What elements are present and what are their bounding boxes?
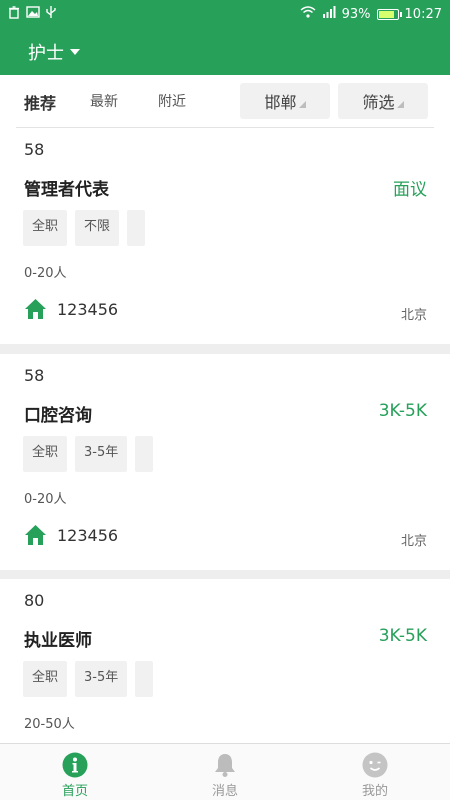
category-selector[interactable]: 护士 — [28, 39, 80, 65]
job-title: 执业医师 — [24, 631, 92, 651]
company-size: 20-50人 — [24, 717, 75, 732]
dropdown-triangle-icon — [396, 100, 404, 108]
job-card[interactable]: 58 管理者代表 面议 全职 不限 0-20人 123456 北京 — [0, 128, 450, 344]
wifi-icon — [300, 6, 316, 22]
company-name: 123456 — [57, 299, 119, 319]
job-id: 58 — [24, 366, 45, 385]
battery-percent: 93% — [341, 6, 371, 22]
trash-icon — [8, 5, 20, 23]
tab-home-label: 首页 — [61, 784, 88, 799]
battery-icon — [376, 8, 402, 20]
job-card[interactable]: 80 执业医师 3K-5K 全职 3-5年 20-50人 — [0, 579, 450, 743]
job-city: 北京 — [400, 534, 427, 549]
job-salary: 面议 — [393, 180, 427, 200]
home-icon — [25, 525, 46, 545]
city-dropdown[interactable]: 邯郸 — [240, 83, 330, 119]
job-salary: 3K-5K — [378, 626, 427, 646]
company-size: 0-20人 — [24, 266, 67, 281]
tab-messages-label: 消息 — [211, 784, 238, 799]
company-size: 0-20人 — [24, 492, 67, 507]
job-tags: 全职 3-5年 — [23, 661, 154, 697]
tab-home[interactable]: 首页 — [0, 744, 150, 800]
app-header: 护士 — [0, 28, 450, 75]
bottom-tab-bar: 首页 消息 我的 — [0, 743, 450, 800]
tab-recommend[interactable]: 推荐 — [24, 90, 56, 114]
home-icon — [25, 299, 46, 319]
job-tag: 全职 — [23, 210, 68, 246]
job-salary: 3K-5K — [378, 401, 427, 421]
job-list: 58 管理者代表 面议 全职 不限 0-20人 123456 北京 58 口腔咨… — [0, 128, 450, 743]
bell-icon — [215, 754, 235, 777]
job-tags: 全职 3-5年 — [23, 436, 154, 472]
job-tag — [127, 210, 146, 246]
job-tag — [135, 661, 154, 697]
clock: 10:27 — [404, 6, 442, 22]
company-row: 123456 — [24, 298, 118, 320]
info-icon — [62, 752, 88, 778]
caret-down-icon — [70, 48, 80, 55]
company-name: 123456 — [57, 525, 119, 545]
image-icon — [26, 6, 40, 22]
tab-messages[interactable]: 消息 — [150, 744, 300, 800]
job-tag: 3-5年 — [75, 436, 128, 472]
tab-latest[interactable]: 最新 — [90, 91, 118, 111]
job-tag: 全职 — [23, 661, 68, 697]
job-title: 管理者代表 — [24, 180, 109, 200]
job-card[interactable]: 58 口腔咨询 3K-5K 全职 3-5年 0-20人 123456 北京 — [0, 354, 450, 570]
job-tag: 全职 — [23, 436, 68, 472]
usb-icon — [46, 5, 56, 23]
filter-dropdown[interactable]: 筛选 — [338, 83, 428, 119]
filter-label: 筛选 — [362, 93, 395, 112]
job-tag: 不限 — [75, 210, 120, 246]
dropdown-triangle-icon — [298, 100, 306, 108]
city-label: 邯郸 — [264, 93, 297, 112]
status-bar: 93% 10:27 — [0, 0, 450, 28]
job-tag: 3-5年 — [75, 661, 128, 697]
job-title: 口腔咨询 — [24, 406, 92, 426]
signal-icon — [322, 6, 336, 22]
tab-me[interactable]: 我的 — [300, 744, 450, 800]
company-row: 123456 — [24, 524, 118, 546]
face-icon — [362, 752, 388, 778]
tab-nearby[interactable]: 附近 — [158, 91, 186, 111]
tab-me-label: 我的 — [361, 784, 388, 799]
job-id: 80 — [24, 591, 45, 610]
filter-bar: 推荐 最新 附近 邯郸 筛选 — [0, 75, 450, 128]
category-label: 护士 — [28, 42, 64, 64]
job-city: 北京 — [400, 308, 427, 323]
job-id: 58 — [24, 140, 45, 159]
job-tag — [135, 436, 154, 472]
job-tags: 全职 不限 — [23, 210, 146, 246]
